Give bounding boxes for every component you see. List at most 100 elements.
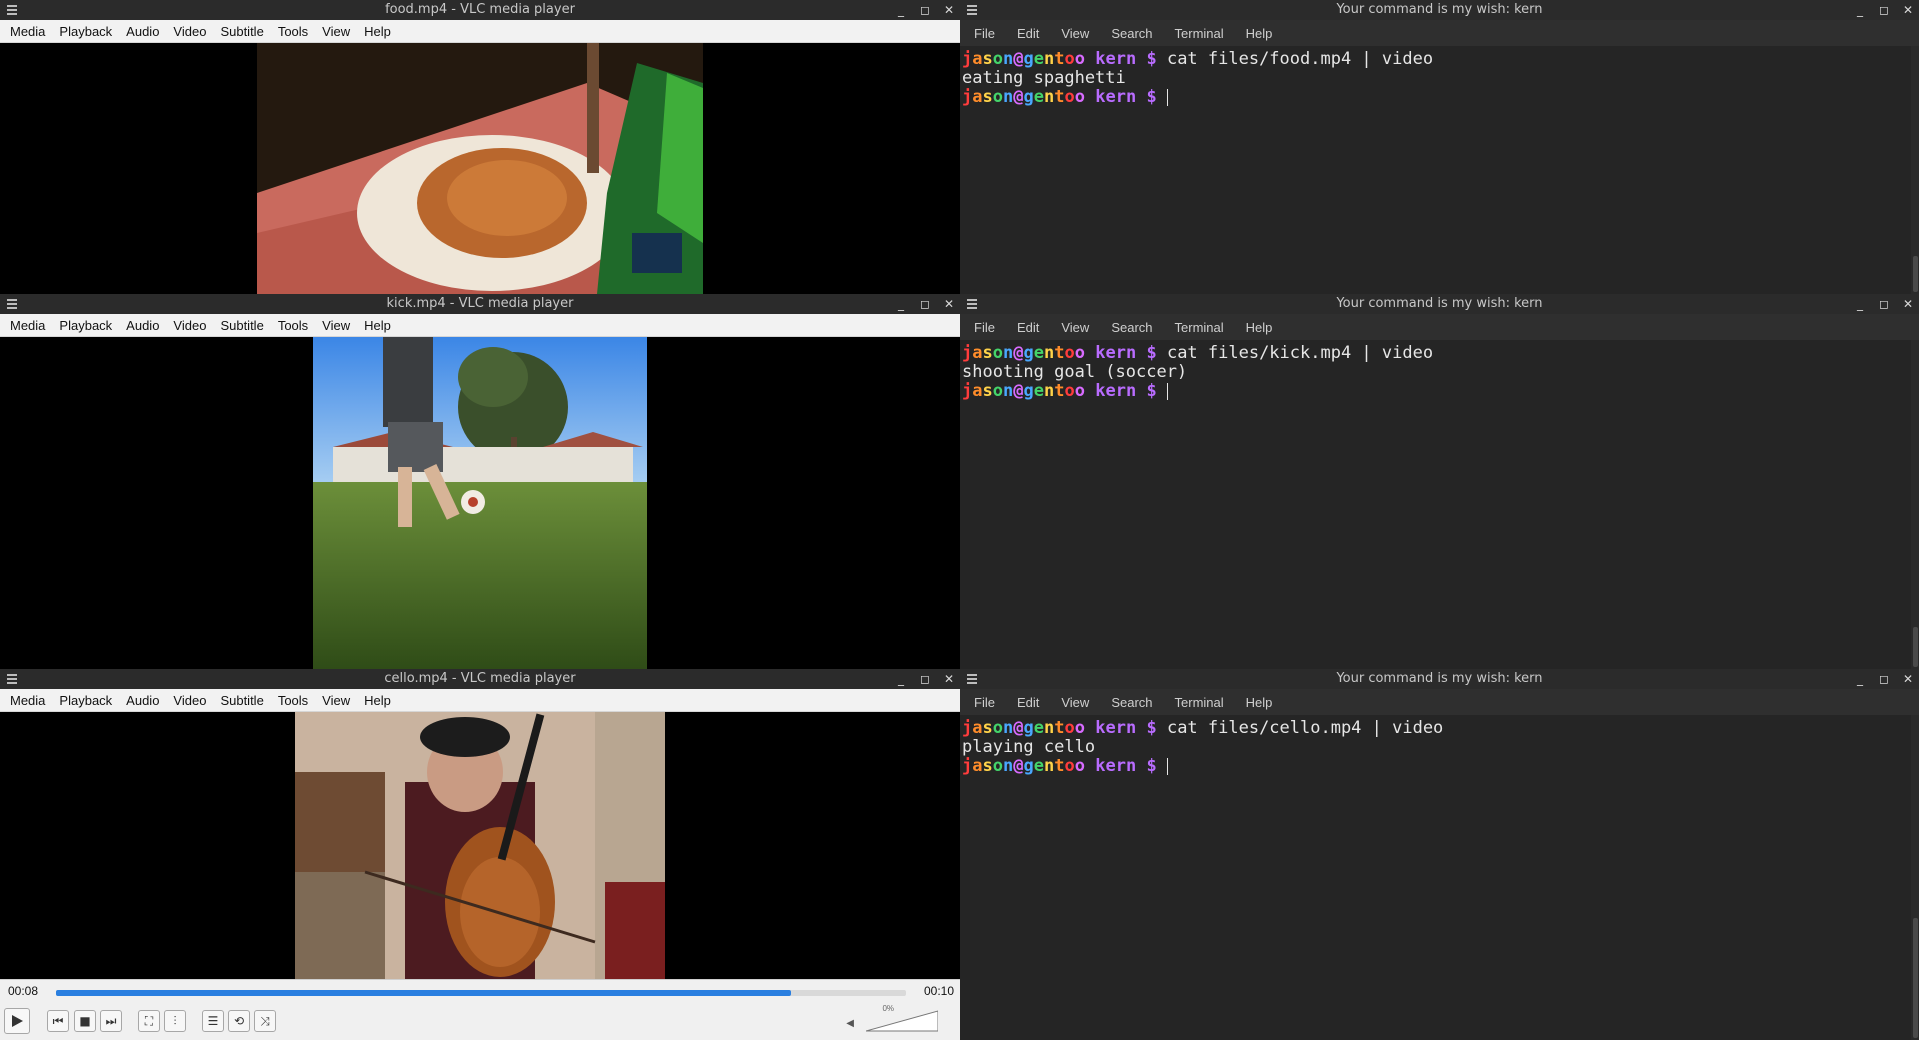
menu-help[interactable]: Help — [358, 693, 397, 708]
video-area[interactable] — [0, 43, 960, 294]
seek-progress — [56, 990, 792, 996]
hamburger-icon[interactable] — [6, 0, 20, 20]
close-icon[interactable]: ✕ — [942, 672, 956, 686]
menu-edit[interactable]: Edit — [1009, 320, 1047, 335]
prompt: jason@gentoo kern $ — [962, 718, 1157, 738]
menu-media[interactable]: Media — [4, 318, 51, 333]
text-cursor — [1166, 88, 1168, 106]
fullscreen-button[interactable]: ⛶ — [138, 1010, 160, 1032]
play-button[interactable] — [4, 1008, 30, 1034]
hamburger-icon[interactable] — [6, 294, 20, 314]
menu-search[interactable]: Search — [1103, 26, 1160, 41]
menu-media[interactable]: Media — [4, 24, 51, 39]
titlebar[interactable]: cello.mp4 - VLC media player _ ◻ ✕ — [0, 669, 960, 689]
maximize-icon[interactable]: ◻ — [918, 672, 932, 686]
menu-edit[interactable]: Edit — [1009, 26, 1047, 41]
current-prompt-line: jason@gentoo kern $ — [962, 757, 1919, 776]
playlist-button[interactable]: ☰ — [202, 1010, 224, 1032]
close-icon[interactable]: ✕ — [942, 297, 956, 311]
titlebar[interactable]: Your command is my wish: kern _ ◻ ✕ — [960, 669, 1919, 689]
menu-help[interactable]: Help — [358, 318, 397, 333]
menu-view[interactable]: View — [1053, 320, 1097, 335]
menu-terminal[interactable]: Terminal — [1167, 695, 1232, 710]
seek-bar[interactable] — [56, 990, 906, 996]
maximize-icon[interactable]: ◻ — [918, 297, 932, 311]
minimize-icon[interactable]: _ — [894, 297, 908, 311]
menu-subtitle[interactable]: Subtitle — [214, 24, 269, 39]
minimize-icon[interactable]: _ — [1853, 672, 1867, 686]
menu-audio[interactable]: Audio — [120, 693, 165, 708]
terminal-output[interactable]: jason@gentoo kern $ cat files/cello.mp4 … — [960, 715, 1919, 1040]
menu-tools[interactable]: Tools — [272, 24, 314, 39]
scrollbar[interactable] — [1911, 340, 1919, 669]
hamburger-icon[interactable] — [966, 294, 980, 314]
menu-terminal[interactable]: Terminal — [1167, 26, 1232, 41]
video-area[interactable] — [0, 712, 960, 980]
menu-video[interactable]: Video — [167, 24, 212, 39]
loop-button[interactable]: ⟲ — [228, 1010, 250, 1032]
maximize-icon[interactable]: ◻ — [1877, 297, 1891, 311]
menu-video[interactable]: Video — [167, 693, 212, 708]
menu-view[interactable]: View — [316, 24, 356, 39]
menu-view[interactable]: View — [316, 693, 356, 708]
extended-settings-button[interactable]: ⫶ — [164, 1010, 186, 1032]
titlebar[interactable]: food.mp4 - VLC media player _ ◻ ✕ — [0, 0, 960, 20]
menu-search[interactable]: Search — [1103, 695, 1160, 710]
prompt: jason@gentoo kern $ — [962, 756, 1157, 776]
menu-audio[interactable]: Audio — [120, 24, 165, 39]
menu-help[interactable]: Help — [1238, 695, 1281, 710]
close-icon[interactable]: ✕ — [1901, 297, 1915, 311]
hamburger-icon[interactable] — [6, 669, 20, 689]
menu-tools[interactable]: Tools — [272, 693, 314, 708]
titlebar[interactable]: Your command is my wish: kern _ ◻ ✕ — [960, 294, 1919, 314]
terminal-output[interactable]: jason@gentoo kern $ cat files/food.mp4 |… — [960, 46, 1919, 294]
close-icon[interactable]: ✕ — [1901, 3, 1915, 17]
menu-playback[interactable]: Playback — [53, 318, 118, 333]
previous-button[interactable]: ⏮ — [47, 1010, 69, 1032]
minimize-icon[interactable]: _ — [894, 3, 908, 17]
menu-audio[interactable]: Audio — [120, 318, 165, 333]
menu-media[interactable]: Media — [4, 693, 51, 708]
menu-file[interactable]: File — [966, 695, 1003, 710]
speaker-icon[interactable]: ◀ — [846, 1018, 854, 1029]
menu-file[interactable]: File — [966, 26, 1003, 41]
stop-button[interactable]: ■ — [74, 1010, 96, 1032]
menu-help[interactable]: Help — [1238, 26, 1281, 41]
menu-view[interactable]: View — [1053, 26, 1097, 41]
titlebar[interactable]: Your command is my wish: kern _ ◻ ✕ — [960, 0, 1919, 20]
menu-view[interactable]: View — [1053, 695, 1097, 710]
menu-video[interactable]: Video — [167, 318, 212, 333]
vlc-window-food: food.mp4 - VLC media player _ ◻ ✕ Media … — [0, 0, 960, 294]
titlebar[interactable]: kick.mp4 - VLC media player _ ◻ ✕ — [0, 294, 960, 314]
menu-subtitle[interactable]: Subtitle — [214, 693, 269, 708]
menu-playback[interactable]: Playback — [53, 693, 118, 708]
minimize-icon[interactable]: _ — [1853, 3, 1867, 17]
close-icon[interactable]: ✕ — [1901, 672, 1915, 686]
terminal-menubar: File Edit View Search Terminal Help — [960, 689, 1919, 715]
close-icon[interactable]: ✕ — [942, 3, 956, 17]
menu-help[interactable]: Help — [358, 24, 397, 39]
minimize-icon[interactable]: _ — [1853, 297, 1867, 311]
maximize-icon[interactable]: ◻ — [1877, 3, 1891, 17]
menu-search[interactable]: Search — [1103, 320, 1160, 335]
volume-slider[interactable] — [866, 1010, 938, 1032]
shuffle-button[interactable]: ⤨ — [254, 1010, 276, 1032]
terminal-output[interactable]: jason@gentoo kern $ cat files/kick.mp4 |… — [960, 340, 1919, 669]
menu-terminal[interactable]: Terminal — [1167, 320, 1232, 335]
video-area[interactable] — [0, 337, 960, 669]
maximize-icon[interactable]: ◻ — [918, 3, 932, 17]
scrollbar[interactable] — [1911, 46, 1919, 294]
hamburger-icon[interactable] — [966, 0, 980, 20]
menu-subtitle[interactable]: Subtitle — [214, 318, 269, 333]
maximize-icon[interactable]: ◻ — [1877, 672, 1891, 686]
menu-edit[interactable]: Edit — [1009, 695, 1047, 710]
menu-view[interactable]: View — [316, 318, 356, 333]
menu-tools[interactable]: Tools — [272, 318, 314, 333]
hamburger-icon[interactable] — [966, 669, 980, 689]
menu-playback[interactable]: Playback — [53, 24, 118, 39]
menu-file[interactable]: File — [966, 320, 1003, 335]
next-button[interactable]: ⏭ — [100, 1010, 122, 1032]
minimize-icon[interactable]: _ — [894, 672, 908, 686]
scrollbar[interactable] — [1911, 715, 1919, 1040]
menu-help[interactable]: Help — [1238, 320, 1281, 335]
